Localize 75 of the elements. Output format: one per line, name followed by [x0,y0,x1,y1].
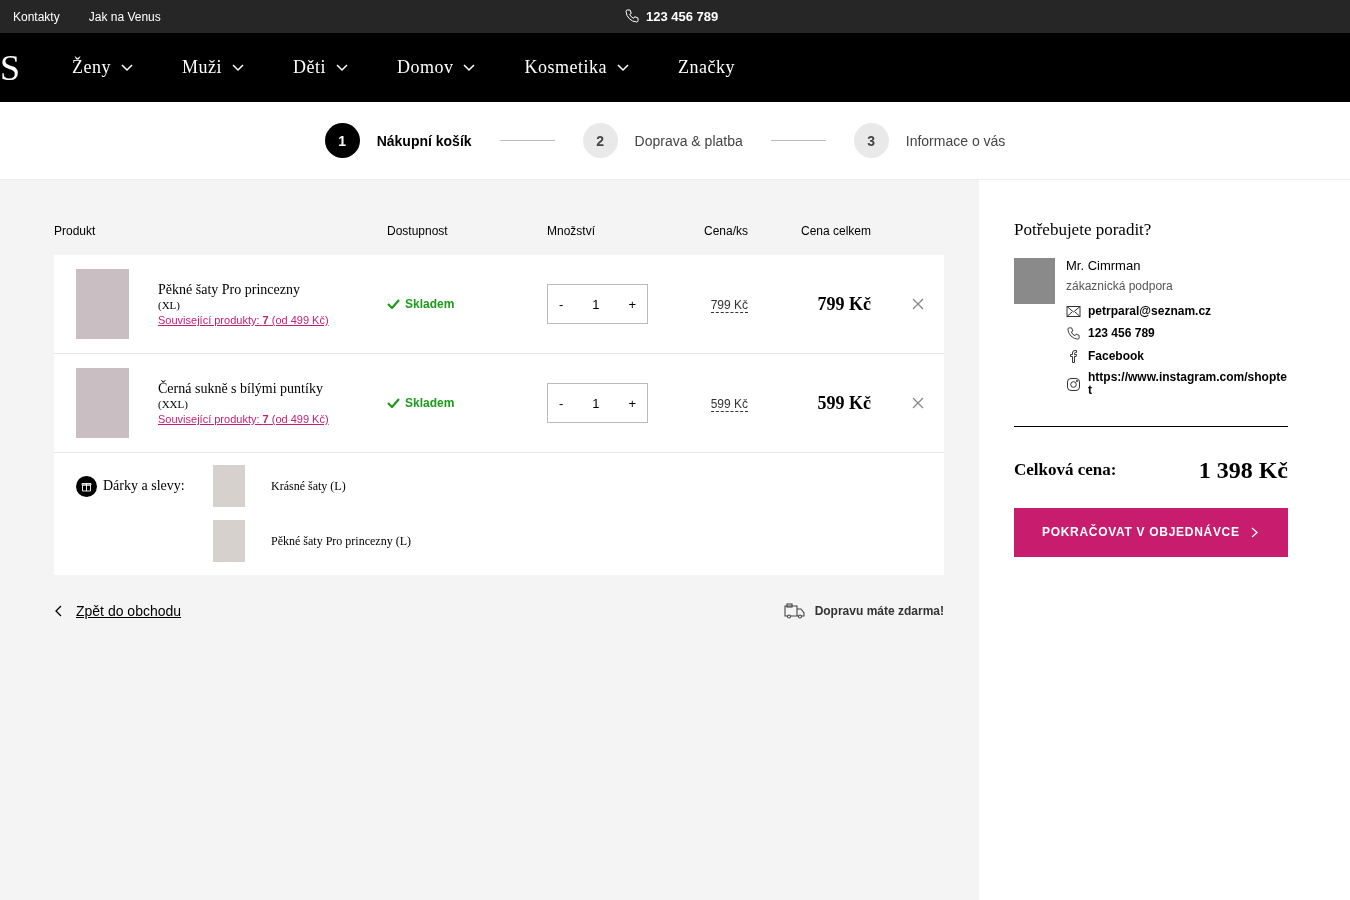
total-price: 599 Kč [817,392,871,413]
chevron-left-icon [54,605,62,617]
total-amount: 1 398 Kč [1198,456,1288,484]
photo-placeholder [76,368,129,438]
close-icon[interactable] [912,298,924,310]
chevron-right-icon [1251,526,1258,538]
related-products-link[interactable]: Související produkty: 7 (od 499 Kč) [158,314,329,326]
photo-placeholder [1014,258,1055,304]
quantity-stepper[interactable]: - 1 + [547,284,648,324]
checkout-step[interactable]: 3 Informace o vás [853,123,1006,158]
photo-placeholder [213,465,245,507]
contact-link[interactable]: 123 456 789 [1088,327,1288,341]
availability-status: Skladem [405,297,455,311]
availability-status: Skladem [405,396,455,410]
nav-item[interactable]: Ženy [72,57,133,78]
increase-button[interactable]: + [628,296,636,312]
increase-button[interactable]: + [628,395,636,411]
gift-icon [76,475,97,497]
total-label: Celková cena: [1014,460,1117,481]
check-icon [387,299,400,309]
gifts-label: Dárky a slevy: [103,478,185,494]
nav-item[interactable]: Značky [678,57,735,78]
continue-order-button[interactable]: POKRAČOVAT V OBJEDNÁVCE [1014,507,1288,557]
checkout-step[interactable]: 2 Doprava & platba [582,123,743,158]
logo[interactable]: S [0,49,72,86]
phone-icon [1066,326,1081,342]
column-header: Množství [547,224,596,238]
quantity-value[interactable]: 1 [592,395,600,411]
chevron-down-icon [336,63,348,72]
checkout-step[interactable]: 1 Nákupní košík [324,123,472,158]
mail-icon [1066,306,1081,318]
column-header: Cena celkem [799,224,871,238]
nav-item[interactable]: Muži [182,57,244,78]
agent-name: Mr. Cimrman [1066,258,1142,273]
photo-placeholder [213,520,245,562]
product-size: (XXL) [158,398,189,410]
product-size: (XL) [158,299,181,311]
top-link[interactable]: Jak na Venus [88,9,161,24]
gift-name: Pěkné šaty Pro princezny (L) [271,533,411,549]
decrease-button[interactable]: - [559,296,564,312]
gift-name: Krásné šaty (L) [271,478,346,494]
phone-number[interactable]: 123 456 789 [646,8,719,24]
chevron-down-icon [121,63,133,72]
photo-placeholder [76,269,129,339]
column-header: Cena/ks [702,224,748,238]
nav-item[interactable]: Domov [397,57,476,78]
product-name[interactable]: Pěkné šaty Pro princezny [158,282,329,298]
chevron-down-icon [232,63,244,72]
chevron-down-icon [463,63,476,72]
check-icon [387,398,400,408]
phone-icon [624,8,640,24]
contact-link[interactable]: https://www.instagram.com/shoptet [1088,371,1288,398]
free-shipping-note: Dopravu máte zdarma! [814,604,944,618]
product-name[interactable]: Černá sukně s bílými puntíky [158,381,329,397]
total-price: 799 Kč [817,293,871,314]
unit-price: 599 Kč [710,397,748,412]
agent-role: zákaznická podpora [1066,279,1174,293]
nav-item[interactable]: Děti [293,57,348,78]
truck-icon [783,603,806,619]
unit-price: 799 Kč [710,298,748,313]
help-title: Potřebujete poradit? [1014,220,1153,240]
quantity-stepper[interactable]: - 1 + [547,383,648,423]
close-icon[interactable] [912,397,924,409]
decrease-button[interactable]: - [559,395,564,411]
back-to-shop-link[interactable]: Zpět do obchodu [76,603,182,619]
quantity-value[interactable]: 1 [592,296,600,312]
contact-link[interactable]: Facebook [1088,349,1288,363]
instagram-icon [1066,377,1081,391]
column-header: Produkt [54,224,97,238]
nav-item[interactable]: Kosmetika [524,57,629,78]
contact-link[interactable]: petrparal@seznam.cz [1088,305,1288,319]
top-link[interactable]: Kontakty [13,9,60,24]
column-header: Dostupnost [387,224,449,238]
related-products-link[interactable]: Související produkty: 7 (od 499 Kč) [158,413,329,425]
chevron-down-icon [617,63,629,72]
